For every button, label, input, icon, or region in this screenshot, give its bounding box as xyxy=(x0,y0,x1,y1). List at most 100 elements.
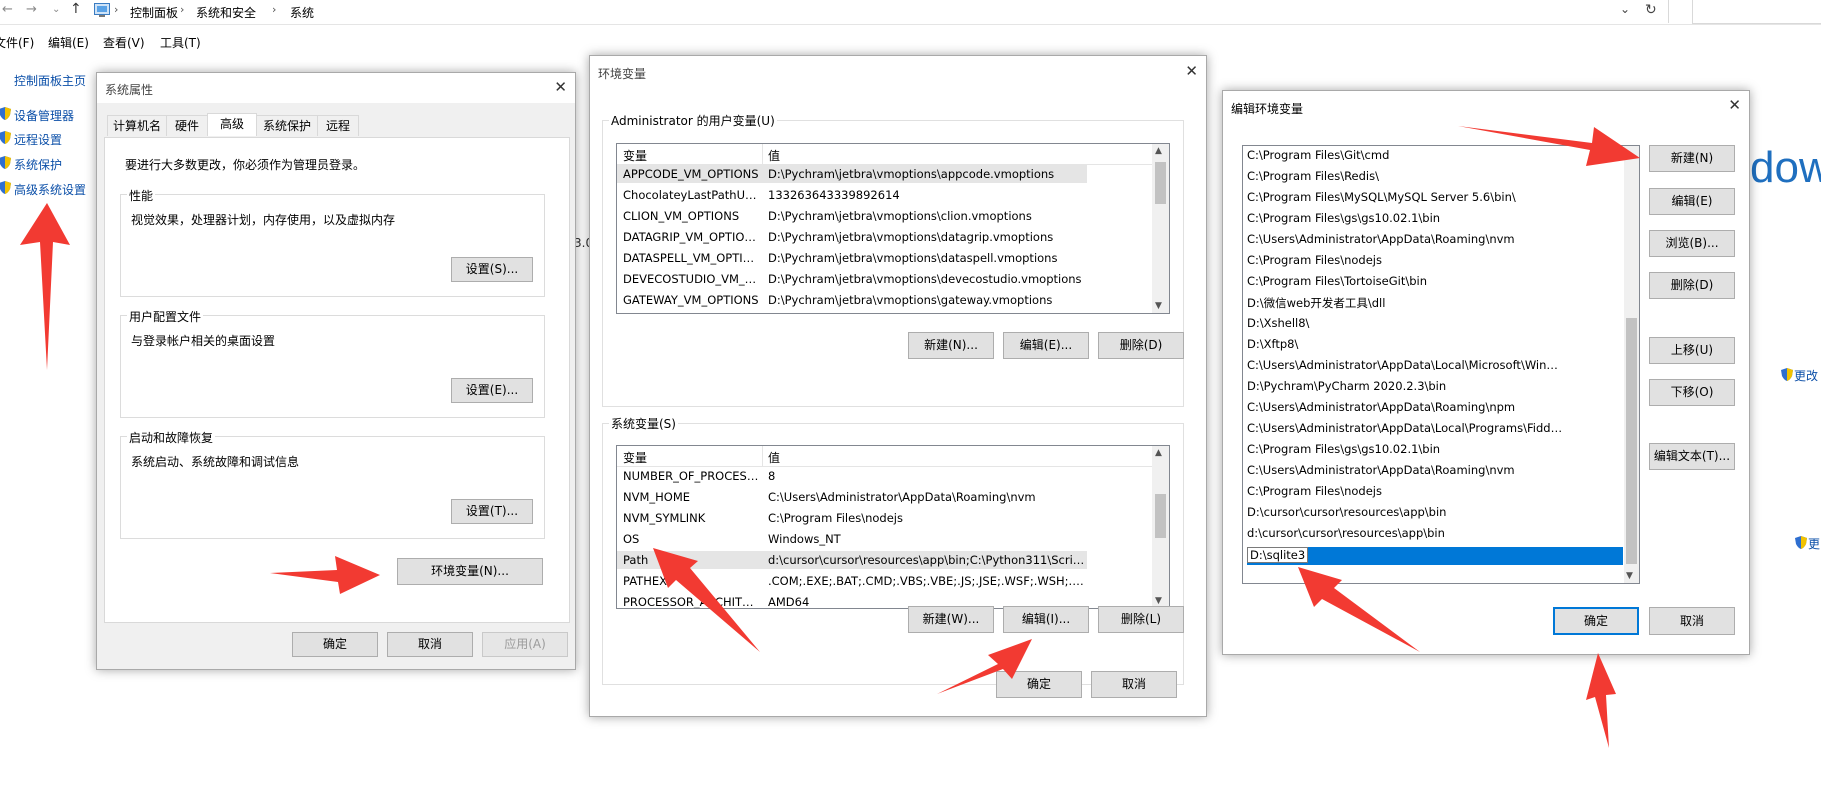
new-entry-button[interactable]: 新建(N) xyxy=(1649,145,1735,172)
path-entry[interactable]: C:\Users\Administrator\AppData\Roaming\n… xyxy=(1247,232,1565,250)
menu-tools[interactable]: 工具(T) xyxy=(160,34,201,51)
path-entry[interactable]: C:\Program Files\gs\gs10.02.1\bin xyxy=(1247,442,1565,460)
path-entry[interactable]: D:\sqlite3 xyxy=(1247,547,1623,565)
path-entries-list[interactable]: C:\Program Files\Git\cmd C:\Program Files… xyxy=(1242,145,1640,584)
system-new-button[interactable]: 新建(W)... xyxy=(908,606,994,633)
path-entry[interactable]: C:\Program Files\Redis\ xyxy=(1247,169,1565,187)
path-entry[interactable]: C:\Program Files\gs\gs10.02.1\bin xyxy=(1247,211,1565,229)
path-entry[interactable]: d:\cursor\cursor\resources\app\bin xyxy=(1247,526,1565,544)
path-entry[interactable]: D:\微信web开发者工具\dll xyxy=(1247,295,1565,313)
scrollbar[interactable]: ▲ ▼ xyxy=(1152,144,1169,313)
tab-hardware[interactable]: 硬件 xyxy=(166,115,208,136)
column-header-variable[interactable]: 变量 xyxy=(623,449,647,466)
path-entry[interactable]: C:\Program Files\nodejs xyxy=(1247,484,1565,502)
path-entry[interactable]: C:\Program Files\nodejs xyxy=(1247,253,1565,271)
cancel-button[interactable]: 取消 xyxy=(387,632,473,657)
path-entry[interactable]: C:\Program Files\MySQL\MySQL Server 5.6\… xyxy=(1247,190,1565,208)
table-row[interactable]: Path d:\cursor\cursor\resources\app\bin;C… xyxy=(617,551,1087,569)
forward-button[interactable]: → xyxy=(26,2,37,17)
address-dropdown-icon[interactable]: ⌄ xyxy=(1620,2,1630,16)
path-entry[interactable]: D:\Xshell8\ xyxy=(1247,316,1565,334)
table-row[interactable]: GATEWAY_VM_OPTIONS D:\Pychram\jetbra\vmop… xyxy=(617,291,1087,309)
table-row[interactable]: DATAGRIP_VM_OPTIONS D:\Pychram\jetbra\vmo… xyxy=(617,228,1087,246)
table-row[interactable]: NUMBER_OF_PROCESSORS 8 xyxy=(617,467,1087,485)
close-icon[interactable]: ✕ xyxy=(554,78,567,96)
menu-edit[interactable]: 编辑(E) xyxy=(48,34,89,51)
nav-control-panel-home[interactable]: 控制面板主页 xyxy=(14,72,86,89)
browse-button[interactable]: 浏览(B)... xyxy=(1649,230,1735,257)
table-row[interactable]: NVM_SYMLINK C:\Program Files\nodejs xyxy=(617,509,1087,527)
cancel-button[interactable]: 取消 xyxy=(1091,671,1177,698)
table-row[interactable]: OS Windows_NT xyxy=(617,530,1087,548)
nav-system-protection[interactable]: 系统保护 xyxy=(14,156,62,173)
recent-locations-button[interactable]: ⌄ xyxy=(52,4,60,15)
table-row[interactable]: NVM_HOME C:\Users\Administrator\AppData\R… xyxy=(617,488,1087,506)
environment-variables-button[interactable]: 环境变量(N)... xyxy=(397,558,543,585)
address-bar[interactable]: › 控制面板 › 系统和安全 › 系统 ⌄ ↻ xyxy=(92,0,1669,23)
breadcrumb-control-panel[interactable]: 控制面板 xyxy=(130,4,178,21)
edit-entry-button[interactable]: 编辑(E) xyxy=(1649,188,1735,215)
table-row[interactable]: APPCODE_VM_OPTIONS D:\Pychram\jetbra\vmop… xyxy=(617,165,1087,183)
user-edit-button[interactable]: 编辑(E)... xyxy=(1003,332,1089,359)
change-product-key-link[interactable]: 更 xyxy=(1808,535,1820,552)
up-button[interactable]: ↑ xyxy=(70,1,82,17)
tab-remote[interactable]: 远程 xyxy=(317,115,359,136)
table-row[interactable]: DEVECOSTUDIO_VM_OPT... D:\Pychram\jetbra\… xyxy=(617,270,1087,288)
system-delete-button[interactable]: 删除(L) xyxy=(1098,606,1184,633)
back-button[interactable]: ← xyxy=(2,2,13,17)
breadcrumb-system-security[interactable]: 系统和安全 xyxy=(196,4,256,21)
user-delete-button[interactable]: 删除(D) xyxy=(1098,332,1184,359)
table-row[interactable]: PATHEXT .COM;.EXE;.BAT;.CMD;.VBS;.VBE;.JS… xyxy=(617,572,1087,590)
table-row[interactable]: CLION_VM_OPTIONS D:\Pychram\jetbra\vmopti… xyxy=(617,207,1087,225)
performance-settings-button[interactable]: 设置(S)... xyxy=(451,257,533,282)
menu-view[interactable]: 查看(V) xyxy=(103,34,145,51)
system-variables-table[interactable]: 变量 值 NUMBER_OF_PROCESSORS 8 NVM_HOME C:\Use… xyxy=(616,445,1170,609)
path-entry[interactable]: C:\Users\Administrator\AppData\Roaming\n… xyxy=(1247,463,1565,481)
user-variables-table[interactable]: 变量 值 APPCODE_VM_OPTIONS D:\Pychram\jetbra… xyxy=(616,143,1170,314)
user-new-button[interactable]: 新建(N)... xyxy=(908,332,994,359)
path-entry-edit-field[interactable]: D:\sqlite3 xyxy=(1247,547,1309,563)
path-entry[interactable]: C:\Users\Administrator\AppData\Local\Mic… xyxy=(1247,358,1565,376)
variable-name-cell: PATHEXT xyxy=(623,574,674,588)
apply-button[interactable]: 应用(A) xyxy=(482,632,568,657)
path-entry[interactable]: D:\Xftp8\ xyxy=(1247,337,1565,355)
column-header-value[interactable]: 值 xyxy=(768,449,780,466)
nav-device-manager[interactable]: 设备管理器 xyxy=(14,107,74,124)
path-entry[interactable]: C:\Users\Administrator\AppData\Local\Pro… xyxy=(1247,421,1565,439)
delete-entry-button[interactable]: 删除(D) xyxy=(1649,272,1735,299)
close-icon[interactable]: ✕ xyxy=(1728,96,1741,114)
menu-file[interactable]: 文件(F) xyxy=(0,34,34,51)
move-up-button[interactable]: 上移(U) xyxy=(1649,337,1735,364)
refresh-icon[interactable]: ↻ xyxy=(1645,2,1657,18)
ok-button[interactable]: 确定 xyxy=(1553,607,1639,635)
table-row[interactable]: DATASPELL_VM_OPTIONS D:\Pychram\jetbra\vm… xyxy=(617,249,1087,267)
cancel-button[interactable]: 取消 xyxy=(1649,607,1735,635)
scrollbar[interactable]: ▲ ▼ xyxy=(1152,446,1169,608)
path-entry[interactable]: D:\Pychram\PyCharm 2020.2.3\bin xyxy=(1247,379,1565,397)
edit-text-button[interactable]: 编辑文本(T)... xyxy=(1649,443,1735,470)
path-entry[interactable]: C:\Program Files\TortoiseGit\bin xyxy=(1247,274,1565,292)
ok-button[interactable]: 确定 xyxy=(292,632,378,657)
breadcrumb-system[interactable]: 系统 xyxy=(290,4,314,21)
startup-recovery-settings-button[interactable]: 设置(T)... xyxy=(451,499,533,524)
change-settings-link[interactable]: 更改 xyxy=(1794,367,1818,384)
path-entry[interactable]: C:\Program Files\Git\cmd xyxy=(1247,148,1565,166)
path-entry[interactable]: C:\Users\Administrator\AppData\Roaming\n… xyxy=(1247,400,1565,418)
scrollbar[interactable]: ▼ xyxy=(1624,146,1639,583)
column-header-value[interactable]: 值 xyxy=(768,147,780,164)
user-profiles-settings-button[interactable]: 设置(E)... xyxy=(451,378,533,403)
nav-remote-settings[interactable]: 远程设置 xyxy=(14,131,62,148)
tab-advanced[interactable]: 高级 xyxy=(207,113,257,136)
nav-advanced-system-settings[interactable]: 高级系统设置 xyxy=(14,181,86,198)
column-header-variable[interactable]: 变量 xyxy=(623,147,647,164)
table-row[interactable]: ChocolateyLastPathUpdate 1332636433398926… xyxy=(617,186,1087,204)
tab-computer-name[interactable]: 计算机名 xyxy=(107,115,167,136)
tab-system-protection[interactable]: 系统保护 xyxy=(256,115,318,136)
system-edit-button[interactable]: 编辑(I)... xyxy=(1003,606,1089,633)
path-entry[interactable]: D:\cursor\cursor\resources\app\bin xyxy=(1247,505,1565,523)
ok-button[interactable]: 确定 xyxy=(996,671,1082,698)
close-icon[interactable]: ✕ xyxy=(1185,62,1198,80)
search-input[interactable] xyxy=(1692,0,1821,24)
move-down-button[interactable]: 下移(O) xyxy=(1649,379,1735,406)
group-title: 性能 xyxy=(127,187,156,204)
